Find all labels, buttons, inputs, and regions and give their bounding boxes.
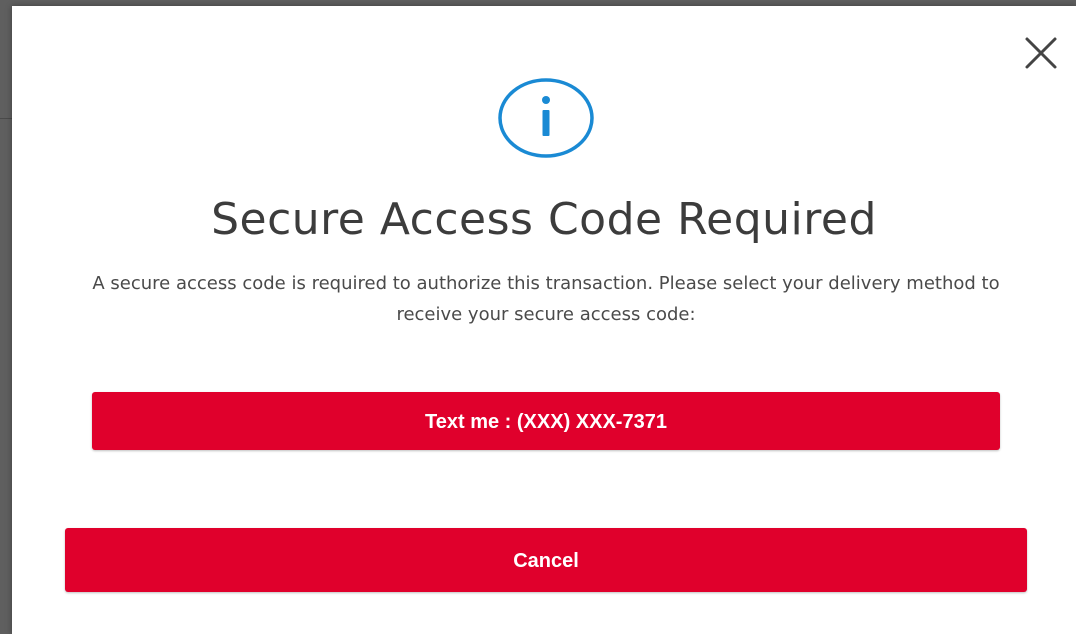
dialog-message: A secure access code is required to auth… (92, 273, 1000, 325)
dialog-title: Secure Access Code Required (211, 194, 877, 245)
text-me-button[interactable]: Text me : (XXX) XXX-7371 (92, 392, 1000, 450)
close-icon (1025, 37, 1057, 69)
secure-access-dialog: Secure Access Code Required A secure acc… (12, 6, 1076, 634)
close-button[interactable] (1024, 36, 1058, 70)
background-divider (0, 118, 12, 119)
cancel-button[interactable]: Cancel (65, 528, 1027, 592)
info-icon (498, 78, 594, 158)
